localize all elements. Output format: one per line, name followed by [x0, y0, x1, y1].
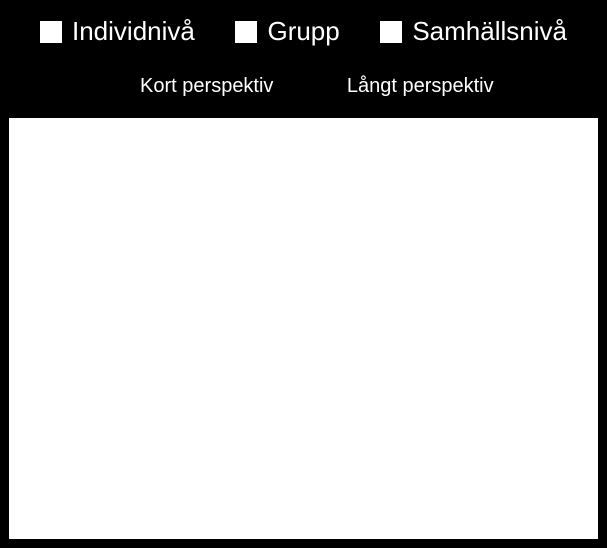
axis-row: Kort perspektiv Långt perspektiv — [0, 47, 607, 106]
legend-label: Individnivå — [72, 16, 195, 47]
legend-item-samhalls: Samhällsnivå — [380, 16, 567, 47]
legend-row: Individnivå Grupp Samhällsnivå — [0, 0, 607, 47]
legend-box-icon — [235, 21, 257, 43]
legend-box-icon — [40, 21, 62, 43]
legend-label: Samhällsnivå — [412, 16, 567, 47]
legend-box-icon — [380, 21, 402, 43]
legend-item-individ: Individnivå — [40, 16, 195, 47]
axis-label-short: Kort perspektiv — [40, 75, 314, 98]
axis-label-long: Långt perspektiv — [314, 75, 568, 98]
diagram-canvas — [9, 118, 598, 539]
legend-label: Grupp — [267, 16, 339, 47]
legend-item-grupp: Grupp — [235, 16, 339, 47]
